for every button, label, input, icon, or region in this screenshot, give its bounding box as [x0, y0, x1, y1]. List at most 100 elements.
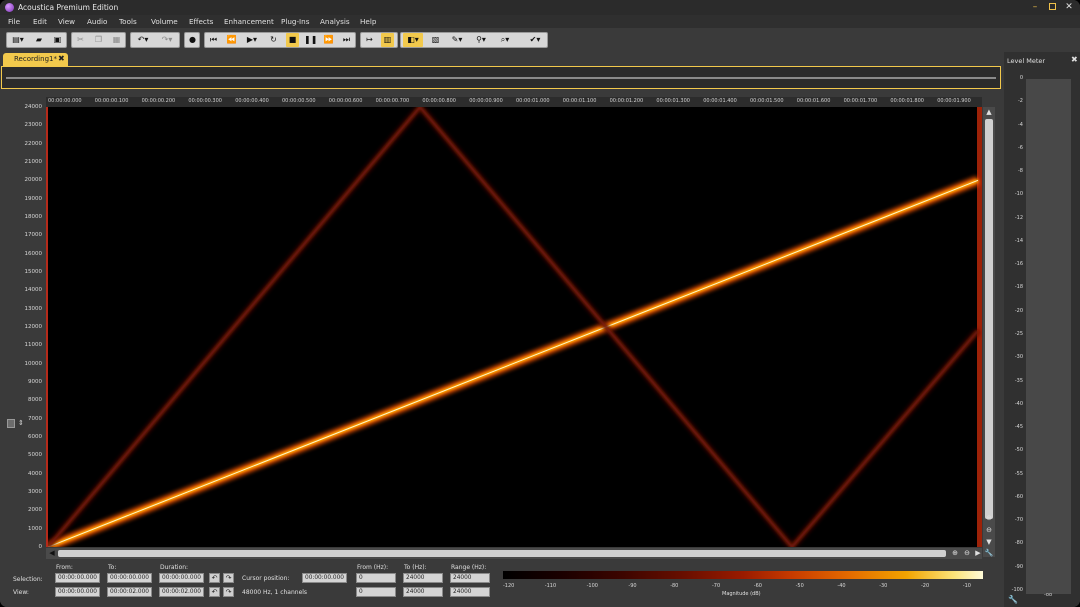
- tab-recording1[interactable]: Recording1* ✖: [3, 53, 68, 66]
- selection-redo-icon[interactable]: ↷: [223, 573, 234, 583]
- close-window-button[interactable]: ✕: [1064, 2, 1074, 12]
- view-to-hz-field[interactable]: 24000: [403, 587, 443, 597]
- selection-tool-icon[interactable]: ◧▾: [403, 33, 423, 47]
- toolbar: ▤▾ ▰ ▣ ✂ ❐ ▦ ↶▾ ↷▾ ● ⏮ ⏪ ▶▾ ↻ ■ ❚❚ ⏩ ⏭ ↦…: [0, 28, 1080, 52]
- fast-forward-icon[interactable]: ⏩: [322, 33, 335, 47]
- ruler-tick: 00:00:01.700: [843, 98, 878, 104]
- zoom-in-icon[interactable]: ⊕: [984, 514, 994, 522]
- cursor-position-field[interactable]: 00:00:00.000: [302, 573, 347, 583]
- menu-audio[interactable]: Audio: [87, 17, 107, 26]
- scroll-right-icon[interactable]: ▶: [973, 549, 983, 557]
- save-icon[interactable]: ▣: [51, 33, 64, 47]
- view-redo-icon[interactable]: ↷: [223, 587, 234, 597]
- menu-analysis[interactable]: Analysis: [320, 17, 350, 26]
- settings-wrench-icon[interactable]: 🔧: [984, 549, 994, 557]
- cursor-position-label: Cursor position:: [242, 575, 290, 582]
- minimize-button[interactable]: –: [1030, 2, 1040, 12]
- magnitude-tick: -120: [503, 583, 515, 589]
- menu-effects[interactable]: Effects: [189, 17, 213, 26]
- play-icon[interactable]: ▶▾: [242, 33, 262, 47]
- horizontal-scrollbar[interactable]: ◀: [46, 548, 982, 559]
- view-range-hz-field[interactable]: 24000: [450, 587, 490, 597]
- paste-icon[interactable]: ▦: [110, 33, 123, 47]
- menu-help[interactable]: Help: [360, 17, 376, 26]
- go-end-icon[interactable]: ⏭: [340, 33, 353, 47]
- tab-close-icon[interactable]: ✖: [58, 54, 65, 63]
- menu-file[interactable]: File: [8, 17, 20, 26]
- record-group: ●: [184, 32, 200, 48]
- h-zoom-out-icon[interactable]: ⊖: [962, 549, 972, 557]
- ruler-tick: 00:00:01.300: [656, 98, 690, 104]
- brush-tool-icon[interactable]: ✎▾: [447, 33, 467, 47]
- axis-zoom-icon[interactable]: ⇕: [18, 419, 24, 427]
- cut-icon[interactable]: ✂: [74, 33, 87, 47]
- menu-view[interactable]: View: [58, 17, 75, 26]
- new-icon[interactable]: ▤▾: [8, 33, 28, 47]
- h-zoom-in-icon[interactable]: ⊕: [950, 549, 960, 557]
- view-undo-icon[interactable]: ↶: [209, 587, 220, 597]
- scroll-up-icon[interactable]: ▲: [984, 108, 994, 116]
- scroll-down-icon[interactable]: ▼: [984, 538, 994, 546]
- app-logo-icon: [5, 3, 14, 12]
- wand-tool-icon[interactable]: ⚲▾: [471, 33, 491, 47]
- overview-waveform-line: [6, 77, 996, 79]
- selection-from-field[interactable]: 00:00:00.000: [55, 573, 100, 583]
- menu-tools[interactable]: Tools: [119, 17, 137, 26]
- record-icon[interactable]: ●: [186, 33, 199, 47]
- selection-to-hz-field[interactable]: 24000: [403, 573, 443, 583]
- fit-icon[interactable]: ↦: [363, 33, 376, 47]
- duration-label: Duration:: [160, 564, 189, 571]
- zoom-tool-icon[interactable]: ⌕▾: [495, 33, 515, 47]
- spectrogram-view-icon[interactable]: ▥: [381, 33, 394, 47]
- time-ruler[interactable]: 00:00:00.000 00:00:00.100 00:00:00.200 00:0…: [46, 97, 982, 107]
- level-meter-label: -20: [1014, 307, 1023, 314]
- selection-range-hz-field[interactable]: 24000: [450, 573, 490, 583]
- level-meter-label: -45: [1014, 424, 1023, 431]
- menu-plugins[interactable]: Plug-Ins: [281, 17, 309, 26]
- heal-tool-icon[interactable]: ✔▾: [525, 33, 545, 47]
- view-from-hz-field[interactable]: 0: [356, 587, 396, 597]
- spectrogram-view[interactable]: [45, 102, 982, 552]
- menu-enhancement[interactable]: Enhancement: [224, 17, 274, 26]
- level-meter-label: -16: [1014, 261, 1023, 268]
- spectral-view-icon[interactable]: ▧: [429, 33, 442, 47]
- undo-icon[interactable]: ↶▾: [132, 33, 154, 47]
- scroll-left-icon[interactable]: ◀: [47, 549, 57, 557]
- horizontal-scroll-thumb[interactable]: [58, 550, 946, 557]
- stop-icon[interactable]: ■: [286, 33, 299, 47]
- selection-undo-icon[interactable]: ↶: [209, 573, 220, 583]
- copy-icon[interactable]: ❐: [92, 33, 105, 47]
- right-edge-energy: [977, 107, 982, 547]
- rewind-icon[interactable]: ⏪: [225, 33, 238, 47]
- selection-bar: Selection: View: From: To: Duration: 00:…: [0, 560, 1002, 607]
- waveform-overview[interactable]: [1, 66, 1001, 89]
- redo-icon[interactable]: ↷▾: [156, 33, 178, 47]
- view-from-field[interactable]: 00:00:00.000: [55, 587, 100, 597]
- view-duration-field[interactable]: 00:00:02.000: [159, 587, 204, 597]
- level-meter-label: -2: [1018, 98, 1023, 105]
- color-scale-icon[interactable]: [7, 419, 15, 428]
- frequency-label: 3000: [28, 489, 42, 495]
- level-meter-close-icon[interactable]: ✖: [1071, 55, 1078, 64]
- frequency-label: 21000: [24, 159, 43, 165]
- maximize-button[interactable]: [1047, 2, 1057, 12]
- frequency-label: 12000: [24, 324, 43, 330]
- level-meter-label: -60: [1014, 493, 1023, 500]
- selection-to-field[interactable]: 00:00:00.000: [107, 573, 152, 583]
- loop-icon[interactable]: ↻: [267, 33, 280, 47]
- frequency-label: 23000: [24, 122, 43, 129]
- menu-edit[interactable]: Edit: [33, 17, 47, 26]
- zoom-out-icon[interactable]: ⊖: [984, 526, 994, 534]
- magnitude-tick: -40: [837, 583, 846, 589]
- pause-icon[interactable]: ❚❚: [304, 33, 317, 47]
- view-to-field[interactable]: 00:00:02.000: [107, 587, 152, 597]
- level-meter-settings-icon[interactable]: 🔧: [1008, 595, 1018, 604]
- menu-volume[interactable]: Volume: [151, 17, 178, 26]
- vertical-scrollbar[interactable]: ▲ ⊕ ⊖ ▼: [983, 107, 995, 557]
- open-icon[interactable]: ▰: [31, 33, 47, 47]
- selection-duration-field[interactable]: 00:00:00.000: [159, 573, 204, 583]
- vertical-scroll-thumb[interactable]: [985, 119, 993, 519]
- selection-from-hz-field[interactable]: 0: [356, 573, 396, 583]
- magnitude-tick: -90: [628, 583, 637, 589]
- go-start-icon[interactable]: ⏮: [207, 33, 220, 47]
